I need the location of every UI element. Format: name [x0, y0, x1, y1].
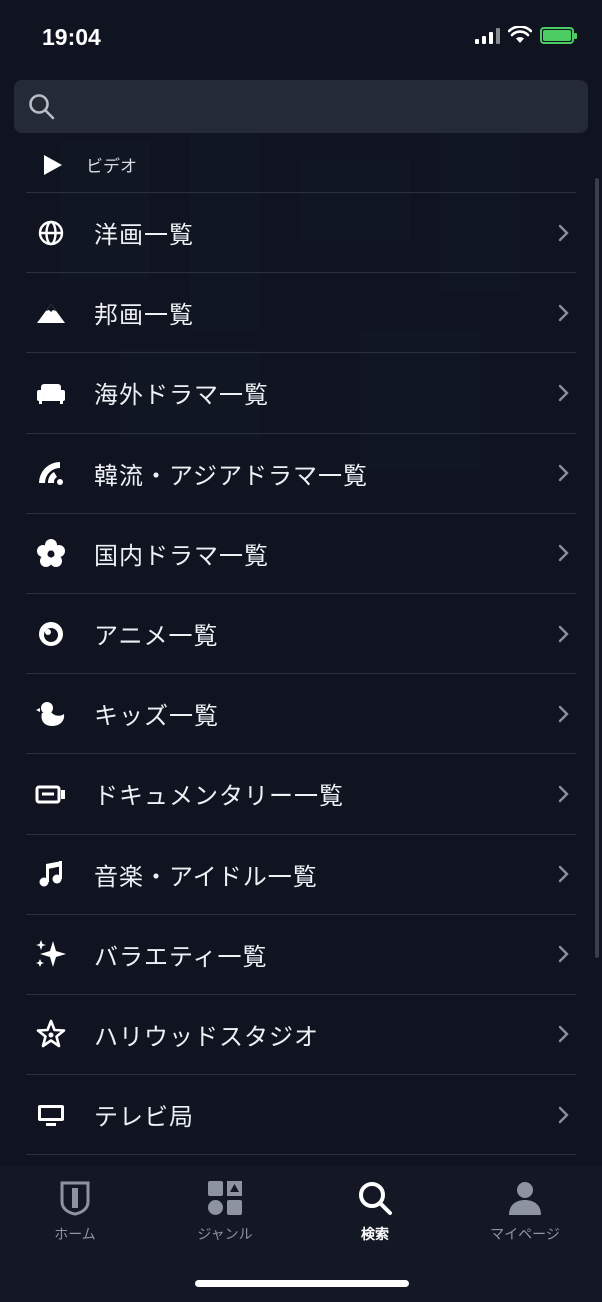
chevron-right-icon — [558, 785, 569, 803]
battery-icon — [540, 26, 577, 44]
tab-label: ホーム — [54, 1227, 96, 1243]
list-item-label: 海外ドラマ一覧 — [94, 381, 269, 410]
list-item-label: ドキュメンタリー一覧 — [94, 782, 344, 811]
list-item-tv-station[interactable]: テレビ局 — [26, 1075, 576, 1156]
cellular-signal-icon — [475, 26, 500, 44]
list-item-label: テレビ局 — [94, 1103, 194, 1132]
search-input[interactable] — [68, 80, 568, 133]
sakura-icon — [26, 528, 76, 578]
chevron-right-icon — [558, 224, 569, 241]
tv-icon — [26, 1090, 76, 1140]
list-item-japanese-movies[interactable]: 邦画一覧 — [26, 273, 576, 354]
status-time: 19:04 — [42, 24, 101, 50]
genre-list: 洋画一覧 邦画一覧 海外ドラマ一覧 韓流・アジアドラマ一覧 国内ドラマ一覧 アニ… — [26, 192, 576, 1156]
list-item-label: 邦画一覧 — [94, 301, 194, 330]
anime-eye-icon — [26, 609, 76, 659]
mountain-icon — [26, 288, 76, 338]
list-item-label: キッズ一覧 — [94, 702, 219, 731]
search-icon — [29, 94, 55, 120]
tab-home[interactable]: ホーム — [0, 1180, 150, 1244]
list-item-hollywood-studio[interactable]: ハリウッドスタジオ — [26, 995, 576, 1076]
chevron-right-icon — [558, 1106, 569, 1123]
chevron-right-icon — [558, 865, 569, 883]
camera-icon — [26, 769, 76, 819]
tab-search[interactable]: 検索 — [300, 1180, 450, 1244]
list-item-kids[interactable]: キッズ一覧 — [26, 674, 576, 755]
chevron-right-icon — [558, 304, 569, 321]
chevron-right-icon — [558, 464, 569, 482]
play-icon — [44, 154, 62, 175]
status-bar: 19:04 — [0, 0, 602, 76]
genre-grid-icon — [208, 1181, 242, 1215]
tab-genre[interactable]: ジャンル — [150, 1180, 300, 1244]
list-item-overseas-drama[interactable]: 海外ドラマ一覧 — [26, 353, 576, 434]
sofa-icon — [26, 368, 76, 418]
scrollbar[interactable] — [595, 178, 599, 958]
tab-mypage[interactable]: マイページ — [450, 1180, 600, 1244]
sparkle-icon — [26, 929, 76, 979]
status-icons — [475, 26, 577, 44]
section-label: ビデオ — [86, 157, 137, 177]
list-item-label: アニメ一覧 — [94, 622, 219, 651]
list-item-korean-asian-drama[interactable]: 韓流・アジアドラマ一覧 — [26, 434, 576, 514]
list-item-label: 音楽・アイドル一覧 — [94, 862, 318, 891]
duck-icon — [26, 689, 76, 739]
list-item-anime[interactable]: アニメ一覧 — [26, 594, 576, 675]
chevron-right-icon — [558, 1026, 569, 1043]
chevron-right-icon — [558, 625, 569, 642]
search-icon — [359, 1182, 392, 1215]
tab-label: マイページ — [490, 1227, 560, 1243]
home-shield-icon — [60, 1181, 90, 1216]
star-icon — [26, 1009, 76, 1059]
chevron-right-icon — [558, 946, 569, 963]
fan-icon — [26, 448, 76, 498]
list-item-domestic-drama[interactable]: 国内ドラマ一覧 — [26, 514, 576, 594]
person-icon — [509, 1182, 541, 1215]
wifi-icon — [508, 26, 532, 43]
list-item-label: 韓流・アジアドラマ一覧 — [94, 461, 369, 490]
chevron-right-icon — [558, 384, 569, 402]
music-note-icon — [26, 849, 76, 899]
list-item-label: 洋画一覧 — [94, 221, 194, 250]
list-item-music-idol[interactable]: 音楽・アイドル一覧 — [26, 835, 576, 915]
globe-icon — [26, 208, 76, 258]
list-item-label: ハリウッドスタジオ — [94, 1022, 319, 1051]
list-item-documentary[interactable]: ドキュメンタリー一覧 — [26, 754, 576, 835]
tab-label: 検索 — [361, 1227, 389, 1243]
list-item-foreign-movies[interactable]: 洋画一覧 — [26, 193, 576, 274]
list-item-label: 国内ドラマ一覧 — [94, 541, 269, 570]
list-item-label: バラエティ一覧 — [94, 942, 268, 971]
section-header: ビデオ — [44, 152, 137, 177]
chevron-right-icon — [558, 545, 569, 562]
home-indicator — [195, 1280, 409, 1287]
tab-bar: ホーム ジャンル 検索 マイページ — [0, 1166, 602, 1302]
chevron-right-icon — [558, 705, 569, 722]
tab-label: ジャンル — [197, 1227, 253, 1243]
search-bar[interactable] — [14, 80, 588, 133]
list-item-variety[interactable]: バラエティ一覧 — [26, 915, 576, 995]
